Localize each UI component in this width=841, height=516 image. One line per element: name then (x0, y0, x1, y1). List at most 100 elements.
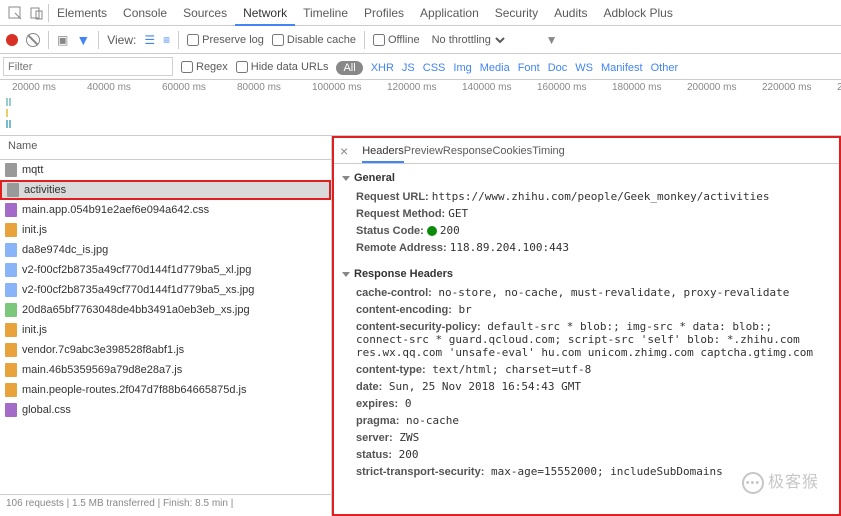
tab-profiles[interactable]: Profiles (356, 2, 412, 24)
js-icon (4, 343, 18, 357)
request-row[interactable]: mqtt (0, 160, 331, 180)
request-name: activities (24, 184, 66, 196)
record-icon[interactable] (6, 34, 18, 46)
header-row: content-encoding: br (342, 301, 831, 318)
img-icon (4, 303, 18, 317)
request-row[interactable]: 20d8a65bf7763048de4bb3491a0eb3eb_xs.jpg (0, 300, 331, 320)
request-name: vendor.7c9abc3e398528f8abf1.js (22, 344, 184, 356)
header-row: date: Sun, 25 Nov 2018 16:54:43 GMT (342, 378, 831, 395)
filter-input[interactable] (3, 57, 173, 76)
header-row: expires: 0 (342, 395, 831, 412)
img-icon (4, 243, 18, 257)
clear-icon[interactable] (26, 33, 40, 47)
response-headers-section[interactable]: Response Headers (342, 264, 831, 284)
request-row[interactable]: main.people-routes.2f047d7f88b64665875d.… (0, 380, 331, 400)
tab-console[interactable]: Console (115, 2, 175, 24)
request-row[interactable]: init.js (0, 220, 331, 240)
hide-data-urls-checkbox[interactable]: Hide data URLs (236, 61, 329, 73)
request-list: mqtt activities main.app.054b91e2aef6e094a… (0, 160, 331, 494)
timeline-tick: 40000 ms (87, 82, 162, 93)
tab-network[interactable]: Network (235, 2, 295, 26)
device-icon[interactable] (29, 5, 45, 21)
css-icon (4, 203, 18, 217)
tab-audits[interactable]: Audits (546, 2, 595, 24)
header-row: cache-control: no-store, no-cache, must-… (342, 284, 831, 301)
regex-checkbox[interactable]: Regex (181, 61, 228, 73)
request-name: v2-f00cf2b8735a49cf770d144f1d779ba5_xs.j… (22, 284, 254, 296)
disable-cache-checkbox[interactable]: Disable cache (272, 34, 356, 46)
filter-type-xhr[interactable]: XHR (371, 62, 394, 74)
general-section[interactable]: General (342, 168, 831, 188)
request-row[interactable]: v2-f00cf2b8735a49cf770d144f1d779ba5_xs.j… (0, 280, 331, 300)
filter-type-manifest[interactable]: Manifest (601, 62, 643, 74)
img-icon (4, 263, 18, 277)
tab-elements[interactable]: Elements (49, 2, 115, 24)
timeline-tick: 140000 ms (462, 82, 537, 93)
detail-tab-headers[interactable]: Headers (362, 145, 404, 163)
close-icon[interactable]: × (340, 143, 348, 159)
view-label: View: (107, 33, 136, 47)
request-row[interactable]: vendor.7c9abc3e398528f8abf1.js (0, 340, 331, 360)
offline-checkbox[interactable]: Offline (373, 34, 420, 46)
filter-type-other[interactable]: Other (651, 62, 679, 74)
filter-type-ws[interactable]: WS (575, 62, 593, 74)
tab-sources[interactable]: Sources (175, 2, 235, 24)
js-icon (4, 383, 18, 397)
filter-type-img[interactable]: Img (453, 62, 471, 74)
request-list-panel: Name mqtt activities main.app.054b91e2aef6… (0, 136, 332, 516)
view-small-icon[interactable]: ≡ (163, 33, 170, 47)
timeline-tick: 60000 ms (162, 82, 237, 93)
tab-application[interactable]: Application (412, 2, 487, 24)
detail-tabs: × HeadersPreviewResponseCookiesTiming (334, 138, 839, 164)
inspect-icon[interactable] (7, 5, 23, 21)
request-name: main.46b5359569a79d8e28a7.js (22, 364, 182, 376)
header-row: content-security-policy: default-src * b… (342, 318, 831, 361)
detail-tab-preview[interactable]: Preview (404, 145, 443, 157)
request-row[interactable]: activities (0, 180, 331, 200)
filter-type-css[interactable]: CSS (423, 62, 446, 74)
header-row: content-type: text/html; charset=utf-8 (342, 361, 831, 378)
request-row[interactable]: main.app.054b91e2aef6e094a642.css (0, 200, 331, 220)
timeline-tick: 20000 ms (12, 82, 87, 93)
view-large-icon[interactable]: ☰ (144, 33, 155, 47)
request-row[interactable]: global.css (0, 400, 331, 420)
top-tabs-bar: ElementsConsoleSourcesNetworkTimelinePro… (0, 0, 841, 26)
throttling-select[interactable]: No throttling (428, 33, 508, 47)
filter-type-js[interactable]: JS (402, 62, 415, 74)
request-row[interactable]: main.46b5359569a79d8e28a7.js (0, 360, 331, 380)
timeline-tick: 120000 ms (387, 82, 462, 93)
preserve-log-checkbox[interactable]: Preserve log (187, 34, 264, 46)
timeline-overview[interactable]: 20000 ms40000 ms60000 ms80000 ms100000 m… (0, 80, 841, 136)
timeline-tick: 80000 ms (237, 82, 312, 93)
timeline-tick: 180000 ms (612, 82, 687, 93)
divider (364, 31, 365, 49)
request-row[interactable]: v2-f00cf2b8735a49cf770d144f1d779ba5_xl.j… (0, 260, 331, 280)
filter-icon[interactable]: ▼ (76, 32, 90, 48)
filter-type-doc[interactable]: Doc (548, 62, 568, 74)
throttle-dropdown-icon[interactable]: ▼ (546, 33, 558, 47)
timeline-tick: 160000 ms (537, 82, 612, 93)
header-row: pragma: no-cache (342, 412, 831, 429)
tab-security[interactable]: Security (487, 2, 546, 24)
tab-adblock-plus[interactable]: Adblock Plus (595, 2, 680, 24)
filter-type-font[interactable]: Font (518, 62, 540, 74)
timeline-tick: 200000 ms (687, 82, 762, 93)
request-name: init.js (22, 224, 47, 236)
detail-tab-cookies[interactable]: Cookies (492, 145, 532, 157)
status-dot-icon (427, 226, 437, 236)
request-name: da8e974dc_is.jpg (22, 244, 108, 256)
tab-timeline[interactable]: Timeline (295, 2, 356, 24)
js-icon (4, 223, 18, 237)
timeline-tick: 220000 ms (762, 82, 837, 93)
detail-tab-timing[interactable]: Timing (532, 145, 565, 157)
timeline-tick: 100000 ms (312, 82, 387, 93)
request-row[interactable]: init.js (0, 320, 331, 340)
camera-icon[interactable]: ▣ (57, 33, 68, 47)
main-panel: Name mqtt activities main.app.054b91e2aef6… (0, 136, 841, 516)
request-row[interactable]: da8e974dc_is.jpg (0, 240, 331, 260)
filter-type-all[interactable]: All (336, 61, 362, 75)
status-bar: 106 requests | 1.5 MB transferred | Fini… (0, 494, 331, 516)
filter-type-media[interactable]: Media (480, 62, 510, 74)
detail-tab-response[interactable]: Response (443, 145, 493, 157)
name-column-header[interactable]: Name (0, 136, 331, 160)
